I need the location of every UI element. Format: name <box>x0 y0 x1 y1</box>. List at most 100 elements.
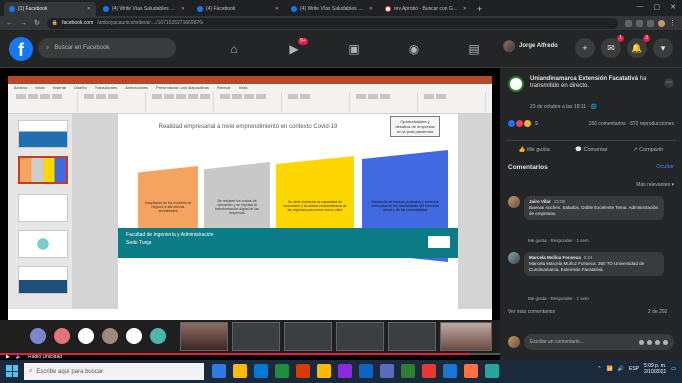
comment-author[interactable]: Marcela Molina Fonseca <box>529 255 581 260</box>
account-menu-icon[interactable]: ▾ <box>653 38 673 58</box>
close-tab-icon[interactable]: ✕ <box>463 6 467 12</box>
participant-video-tile[interactable] <box>440 322 492 351</box>
comment-timestamp[interactable]: 15:08 <box>554 199 565 204</box>
comment-button[interactable]: 💬 Comentar <box>575 147 608 153</box>
hide-comments-link[interactable]: Ocultar <box>656 164 674 170</box>
network-icon[interactable]: 📶 <box>607 366 613 372</box>
taskbar-app-icon[interactable] <box>359 364 373 378</box>
participant-avatar[interactable] <box>54 328 70 344</box>
comment-avatar[interactable] <box>508 196 520 208</box>
participant-avatar[interactable] <box>30 328 46 344</box>
watch-icon[interactable]: ▶ 9+ <box>264 36 324 62</box>
reactions-row[interactable]: 9 150 comentarios · 872 reproducciones <box>508 120 674 127</box>
taskbar-search-input[interactable]: ⌕ Escribe aquí para buscar <box>24 363 204 380</box>
taskbar-app-icon[interactable] <box>422 364 436 378</box>
participant-video-tile[interactable] <box>284 322 332 351</box>
maximize-icon[interactable]: ▢ <box>654 3 661 11</box>
comments-sort-dropdown[interactable]: Más relevantes ▾ <box>636 182 674 188</box>
new-tab-button[interactable]: + <box>477 2 482 16</box>
taskbar-app-icon[interactable] <box>275 364 289 378</box>
participant-avatar[interactable] <box>150 328 166 344</box>
taskbar-app-icon[interactable] <box>296 364 310 378</box>
forward-icon[interactable]: → <box>20 20 27 27</box>
comments-count[interactable]: 150 comentarios · 872 reproducciones <box>589 121 674 127</box>
menu-dots-icon[interactable]: ⋮ <box>669 19 676 27</box>
profile-icon[interactable] <box>658 19 665 27</box>
comment-author[interactable]: Jairo Vilar <box>529 199 551 204</box>
comment-actions[interactable]: Me gusta · Responder · 1 sem <box>528 296 589 301</box>
browser-tab[interactable]: (4) Facebook ✕ <box>192 2 284 16</box>
post-date[interactable]: 23 de octubre a las 18:11 · 🌐 <box>530 104 597 110</box>
marketplace-icon[interactable]: ▣ <box>324 36 384 62</box>
video-player-controls: ▶ 🔈 Radio Unicidad <box>0 353 500 360</box>
taskbar-app-icon[interactable] <box>401 364 415 378</box>
comment-timestamp[interactable]: 0:24 <box>584 255 593 260</box>
ribbon-tab: Presentación con diapositivas <box>156 85 210 90</box>
participant-video-tile[interactable] <box>232 322 280 351</box>
messenger-icon[interactable]: ✉ 1 <box>601 35 624 58</box>
extension-icon[interactable] <box>647 19 654 27</box>
participant-avatar[interactable] <box>102 328 118 344</box>
notifications-icon[interactable]: 🔔 3 <box>627 35 650 58</box>
participant-video-tile[interactable] <box>388 322 436 351</box>
browser-tab[interactable]: rev.Aprobó - Buscar con Google ✕ <box>380 2 472 16</box>
browser-tab[interactable]: (4) Write Vías Saludables Fa... ✕ <box>286 2 378 16</box>
groups-icon[interactable]: ◉ <box>384 36 444 62</box>
taskbar-app-icon[interactable] <box>233 364 247 378</box>
sticker-icon[interactable] <box>663 339 668 345</box>
participant-avatar[interactable] <box>78 328 94 344</box>
close-tab-icon[interactable]: ✕ <box>275 6 279 12</box>
page-name[interactable]: Uniandinamarca Extensión Facatativá ha t… <box>530 76 660 90</box>
browser-tab[interactable]: (4) Write Vías Saludables Fa... ✕ <box>98 2 190 16</box>
more-options-icon[interactable]: ⋯ <box>664 78 674 88</box>
share-button[interactable]: ↗ Compartir <box>633 147 663 153</box>
tray-up-arrow-icon[interactable]: ⌃ <box>597 366 601 372</box>
participant-video-tile[interactable] <box>180 322 228 351</box>
windows-start-icon[interactable] <box>6 365 18 377</box>
taskbar-app-icon[interactable] <box>338 364 352 378</box>
gif-icon[interactable] <box>655 339 660 345</box>
comment-input[interactable]: Escribe un comentario... <box>524 334 674 350</box>
comment-actions[interactable]: Me gusta · Responder · 1 sem <box>528 238 589 243</box>
notification-center-icon[interactable]: ▭ <box>671 366 676 372</box>
clock[interactable]: 5:09 p. m. 2/10/2021 <box>644 363 666 375</box>
video-stage[interactable]: Archivo Inicio Insertar Diseño Transicio… <box>0 68 500 383</box>
profile-chip[interactable]: Jorge Alfredo <box>503 40 558 52</box>
close-tab-icon[interactable]: ✕ <box>369 6 373 12</box>
view-more-comments-link[interactable]: Ver más comentarios <box>508 309 555 315</box>
volume-icon[interactable]: 🔊 <box>618 366 624 372</box>
page-name-sub[interactable]: Facatativá <box>609 76 638 82</box>
taskbar-app-icon[interactable] <box>443 364 457 378</box>
close-tab-icon[interactable]: ✕ <box>87 6 91 12</box>
video-progress-bar[interactable] <box>0 353 500 355</box>
browser-tab[interactable]: (1) Facebook ✕ <box>4 2 96 16</box>
facebook-logo-icon[interactable]: f <box>9 37 33 61</box>
home-icon[interactable]: ⌂ <box>204 36 264 62</box>
taskbar-app-icon[interactable] <box>254 364 268 378</box>
reload-icon[interactable]: ↻ <box>34 19 40 27</box>
taskbar-app-icon[interactable] <box>317 364 331 378</box>
taskbar-app-icon[interactable] <box>485 364 499 378</box>
facebook-search-input[interactable]: ⌕ Buscar en Facebook <box>38 38 176 58</box>
extension-icon[interactable] <box>636 19 643 27</box>
create-icon[interactable]: + <box>575 38 595 58</box>
minimize-icon[interactable]: — <box>637 3 644 11</box>
participant-avatar[interactable] <box>126 328 142 344</box>
taskbar-app-icon[interactable] <box>464 364 478 378</box>
close-window-icon[interactable]: ✕ <box>670 3 676 11</box>
extension-icon[interactable] <box>625 19 632 27</box>
page-avatar[interactable] <box>508 76 524 92</box>
gaming-icon[interactable]: ▤ <box>444 36 504 62</box>
taskbar-app-icon[interactable] <box>212 364 226 378</box>
comment-avatar[interactable] <box>508 252 520 264</box>
emoji-icon[interactable] <box>639 339 644 345</box>
close-tab-icon[interactable]: ✕ <box>181 6 185 12</box>
back-icon[interactable]: ← <box>6 20 13 27</box>
page-name-text[interactable]: Uniandinamarca Extensión <box>530 76 607 82</box>
camera-icon[interactable] <box>647 339 652 345</box>
address-bar[interactable]: 🔒 facebook.com/uniboyacaunico/videos/...… <box>46 17 618 29</box>
language-indicator[interactable]: ESP <box>629 366 639 372</box>
taskbar-app-icon[interactable] <box>380 364 394 378</box>
participant-video-tile[interactable] <box>336 322 384 351</box>
like-button[interactable]: 👍 Me gusta <box>519 147 550 153</box>
